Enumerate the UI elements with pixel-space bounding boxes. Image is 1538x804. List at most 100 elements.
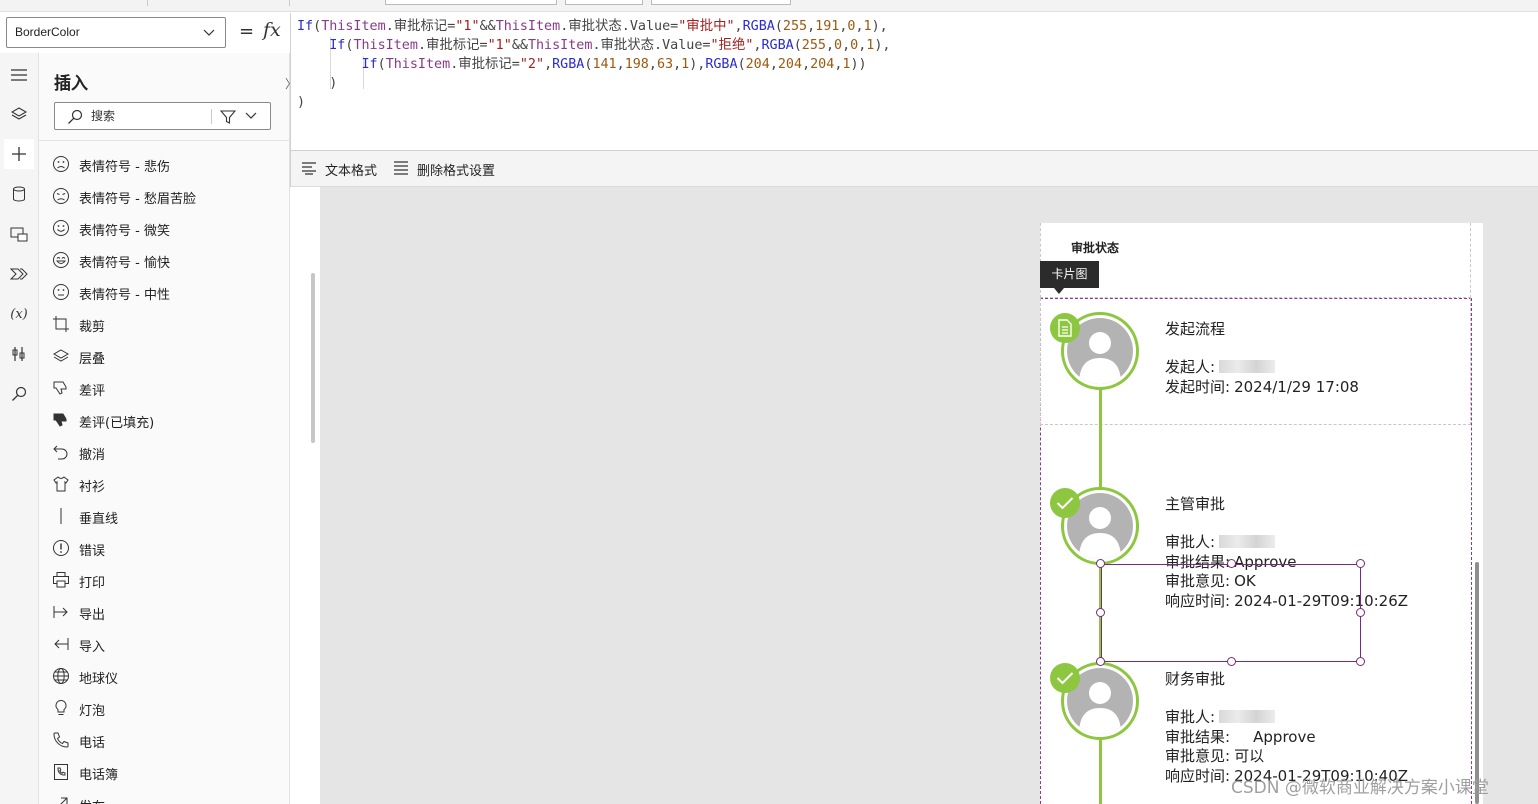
formula-token: 0 — [834, 38, 843, 53]
lightbulb-icon — [52, 699, 70, 717]
formula-token: ( — [313, 19, 322, 34]
collapse-pane-icon[interactable]: 〉 — [285, 75, 297, 92]
pane-scrollbar[interactable] — [311, 273, 315, 443]
insert-item-label: 电话 — [79, 736, 106, 751]
formula-token: .审批标记= — [417, 38, 488, 53]
insert-item[interactable]: 打印 — [39, 565, 290, 597]
resize-handle[interactable] — [1227, 657, 1236, 666]
tools-icon[interactable] — [4, 339, 34, 369]
equals-sign: = — [239, 21, 255, 42]
insert-search-box[interactable] — [54, 102, 271, 130]
formula-token: "1" — [455, 19, 480, 34]
insert-item[interactable]: 错误 — [39, 533, 290, 565]
formula-token: , — [825, 38, 835, 53]
formula-token: , — [616, 57, 625, 72]
remove-format-icon — [394, 161, 408, 175]
database-icon[interactable] — [4, 179, 34, 209]
insert-item[interactable]: 电话 — [39, 725, 290, 757]
tooltip-arrow — [1054, 288, 1064, 294]
search-icon[interactable] — [4, 379, 34, 409]
formula-token: ThisItem — [353, 38, 418, 53]
chevron-down-icon[interactable] — [245, 111, 257, 121]
insert-item[interactable]: 表情符号 - 中性 — [39, 277, 290, 309]
insert-item-label: 电话簿 — [79, 768, 119, 783]
insert-item-label: 错误 — [79, 544, 106, 559]
insert-item-label: 差评 — [79, 384, 106, 399]
formula-token: 1 — [681, 57, 690, 72]
insert-item[interactable]: 层叠 — [39, 341, 290, 373]
resize-handle[interactable] — [1356, 657, 1365, 666]
formula-token: If — [297, 19, 314, 34]
text-format-label: 文本格式 — [325, 164, 378, 179]
property-dropdown[interactable]: BorderColor — [6, 17, 226, 48]
insert-pane: 插入 〉 表情符号 - 悲伤表情符号 - 愁眉苦脸表情符号 - 微笑表情符号 -… — [39, 53, 315, 804]
insert-item[interactable]: 衬衫 — [39, 469, 290, 501]
insert-item-label: 表情符号 - 愉快 — [79, 256, 170, 271]
plus-icon[interactable] — [4, 139, 34, 169]
media-icon[interactable] — [4, 219, 34, 249]
formula-token: , — [802, 57, 811, 72]
toolbar-control[interactable] — [385, 0, 557, 5]
search-icon — [68, 109, 83, 124]
selected-control-box[interactable] — [1101, 564, 1361, 662]
fx-icon[interactable]: fx — [263, 19, 281, 41]
insert-item[interactable]: 裁剪 — [39, 309, 290, 341]
insert-item[interactable]: 垂直线 — [39, 501, 290, 533]
formula-editor[interactable]: If(ThisItem.审批标记="1"&&ThisItem.审批状态.Valu… — [290, 13, 1538, 151]
remove-format-label: 删除格式设置 — [417, 164, 496, 179]
insert-item[interactable]: 撤消 — [39, 437, 290, 469]
text-format-icon — [302, 162, 316, 175]
watermark: CSDN @微软商业解决方案小课堂 — [1231, 778, 1489, 798]
hamburger-icon[interactable] — [4, 60, 34, 90]
insert-item-label: 裁剪 — [79, 320, 106, 335]
step-detail-label: 响应时间: — [1165, 766, 1231, 785]
toolbar-control[interactable] — [565, 0, 643, 5]
format-bar: 文本格式 删除格式设置 — [290, 151, 1538, 187]
formula-token: , — [807, 19, 816, 34]
step-detail-label: 发起人: — [1165, 358, 1216, 376]
formula-token: ( — [793, 38, 802, 53]
insert-item[interactable]: 地球仪 — [39, 661, 290, 693]
formula-token: "1" — [487, 38, 512, 53]
screen-scrollbar[interactable] — [1475, 562, 1479, 804]
formula-token: RGBA — [552, 57, 585, 72]
shirt-icon — [52, 475, 70, 493]
formula-token: .审批标记= — [450, 57, 520, 72]
insert-item[interactable]: 导入 — [39, 629, 290, 661]
formula-token: "2" — [519, 57, 545, 72]
resize-handle[interactable] — [1356, 608, 1365, 617]
step-detail-label: 审批意见: — [1165, 747, 1231, 765]
formula-token — [297, 57, 362, 72]
variable-icon[interactable]: (x) — [4, 299, 34, 329]
flow-icon[interactable] — [4, 259, 34, 289]
insert-item[interactable]: 灯泡 — [39, 693, 290, 725]
insert-item[interactable]: 差评 — [39, 373, 290, 405]
insert-item[interactable]: 电话簿 — [39, 757, 290, 789]
formula-token: 255 — [782, 19, 808, 34]
formula-code[interactable]: If(ThisItem.审批标记="1"&&ThisItem.审批状态.Valu… — [297, 17, 890, 112]
toolbar-divider — [289, 0, 290, 6]
search-divider — [211, 109, 212, 124]
formula-token: ThisItem — [527, 38, 593, 53]
resize-handle[interactable] — [1227, 559, 1236, 568]
formula-token: ThisItem — [321, 19, 386, 34]
insert-item[interactable]: 表情符号 - 愁眉苦脸 — [39, 181, 290, 213]
resize-handle[interactable] — [1096, 657, 1105, 666]
layers-icon[interactable] — [4, 99, 34, 129]
step-detail: 审批意见: 可以 — [1165, 745, 1264, 766]
formula-token: , — [769, 57, 778, 72]
insert-item[interactable]: 表情符号 - 微笑 — [39, 213, 290, 245]
insert-search-input[interactable] — [91, 107, 206, 125]
insert-item[interactable]: 表情符号 - 愉快 — [39, 245, 290, 277]
insert-item[interactable]: 发布 — [39, 789, 290, 804]
resize-handle[interactable] — [1356, 559, 1365, 568]
resize-handle[interactable] — [1096, 608, 1105, 617]
formula-token: RGBA — [761, 38, 794, 53]
formula-token: 204 — [810, 57, 835, 72]
insert-item[interactable]: 表情符号 - 悲伤 — [39, 149, 290, 181]
toolbar-control[interactable] — [651, 0, 791, 5]
insert-item[interactable]: 导出 — [39, 597, 290, 629]
resize-handle[interactable] — [1096, 559, 1105, 568]
insert-item[interactable]: 差评(已填充) — [39, 405, 290, 437]
filter-icon[interactable] — [220, 109, 236, 125]
